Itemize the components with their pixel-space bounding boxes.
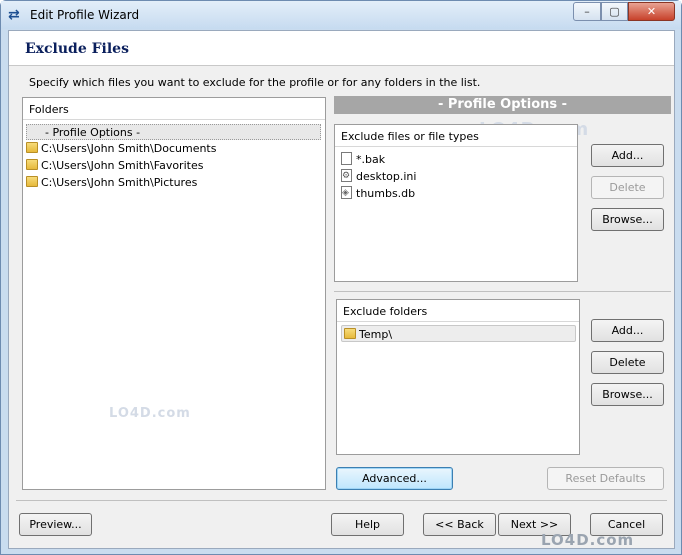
tree-item-pictures[interactable]: C:\Users\John Smith\Pictures [26,175,197,191]
list-item[interactable]: Temp\ [341,325,576,342]
close-button[interactable]: ✕ [628,2,675,21]
advanced-button[interactable]: Advanced... [336,467,453,490]
exclude-files-list[interactable]: Exclude files or file types *.bak deskto… [334,124,578,282]
list-item[interactable]: thumbs.db [341,185,415,202]
watermark-logo: LO4D.com [109,406,191,421]
config-file-icon [341,168,352,185]
delete-file-button[interactable]: Delete [591,176,664,199]
maximize-button[interactable]: ▢ [601,2,628,21]
list-item-label: desktop.ini [356,170,417,183]
delete-folder-button[interactable]: Delete [591,351,664,374]
list-item[interactable]: *.bak [341,151,385,168]
folders-tree[interactable]: Folders - Profile Options - C:\Users\Joh… [22,97,326,490]
tree-item-label: C:\Users\John Smith\Documents [41,142,217,155]
tree-item-documents[interactable]: C:\Users\John Smith\Documents [26,141,216,157]
minimize-button[interactable]: – [573,2,601,21]
list-item-label: Temp\ [359,328,393,341]
window-title: Edit Profile Wizard [30,8,140,22]
browse-folder-button[interactable]: Browse... [591,383,664,406]
add-folder-button[interactable]: Add... [591,319,664,342]
folder-icon [26,159,38,170]
tree-item-label: C:\Users\John Smith\Favorites [41,159,204,172]
list-item-label: thumbs.db [356,187,416,200]
edit-profile-wizard-window: ⇄ Edit Profile Wizard – ▢ ✕ Exclude File… [0,0,682,555]
reset-defaults-button[interactable]: Reset Defaults [547,467,664,490]
profile-options-heading: - Profile Options - [334,96,671,114]
exclude-folders-list[interactable]: Exclude folders Temp\ [336,299,580,455]
instruction-text: Specify which files you want to exclude … [29,76,481,89]
exclude-folders-header: Exclude folders [337,300,579,322]
watermark-logo: LO4D.com [541,531,635,549]
list-item-label: *.bak [356,153,386,166]
image-file-icon [341,185,352,202]
sync-arrows-icon: ⇄ [8,7,20,23]
tree-item-label: C:\Users\John Smith\Pictures [41,176,198,189]
list-item[interactable]: desktop.ini [341,168,416,185]
header-band: Exclude Files [9,31,674,66]
footer-divider [16,500,667,501]
folder-icon [344,328,356,339]
exclude-files-header: Exclude files or file types [335,125,577,147]
folder-icon [26,142,38,153]
folders-header: Folders [23,98,325,120]
tree-item-label: - Profile Options - [45,126,141,139]
file-icon [341,152,352,165]
tree-item-favorites[interactable]: C:\Users\John Smith\Favorites [26,158,203,174]
title-bar[interactable]: ⇄ Edit Profile Wizard – ▢ ✕ [1,1,681,29]
preview-button[interactable]: Preview... [19,513,92,536]
browse-file-button[interactable]: Browse... [591,208,664,231]
tree-item-profile-options[interactable]: - Profile Options - [26,124,321,140]
help-button[interactable]: Help [331,513,404,536]
page-title: Exclude Files [25,41,129,57]
wizard-body: Exclude Files Specify which files you wa… [8,30,675,549]
section-divider [334,291,671,292]
folder-icon [26,176,38,187]
add-file-button[interactable]: Add... [591,144,664,167]
back-button[interactable]: << Back [423,513,496,536]
